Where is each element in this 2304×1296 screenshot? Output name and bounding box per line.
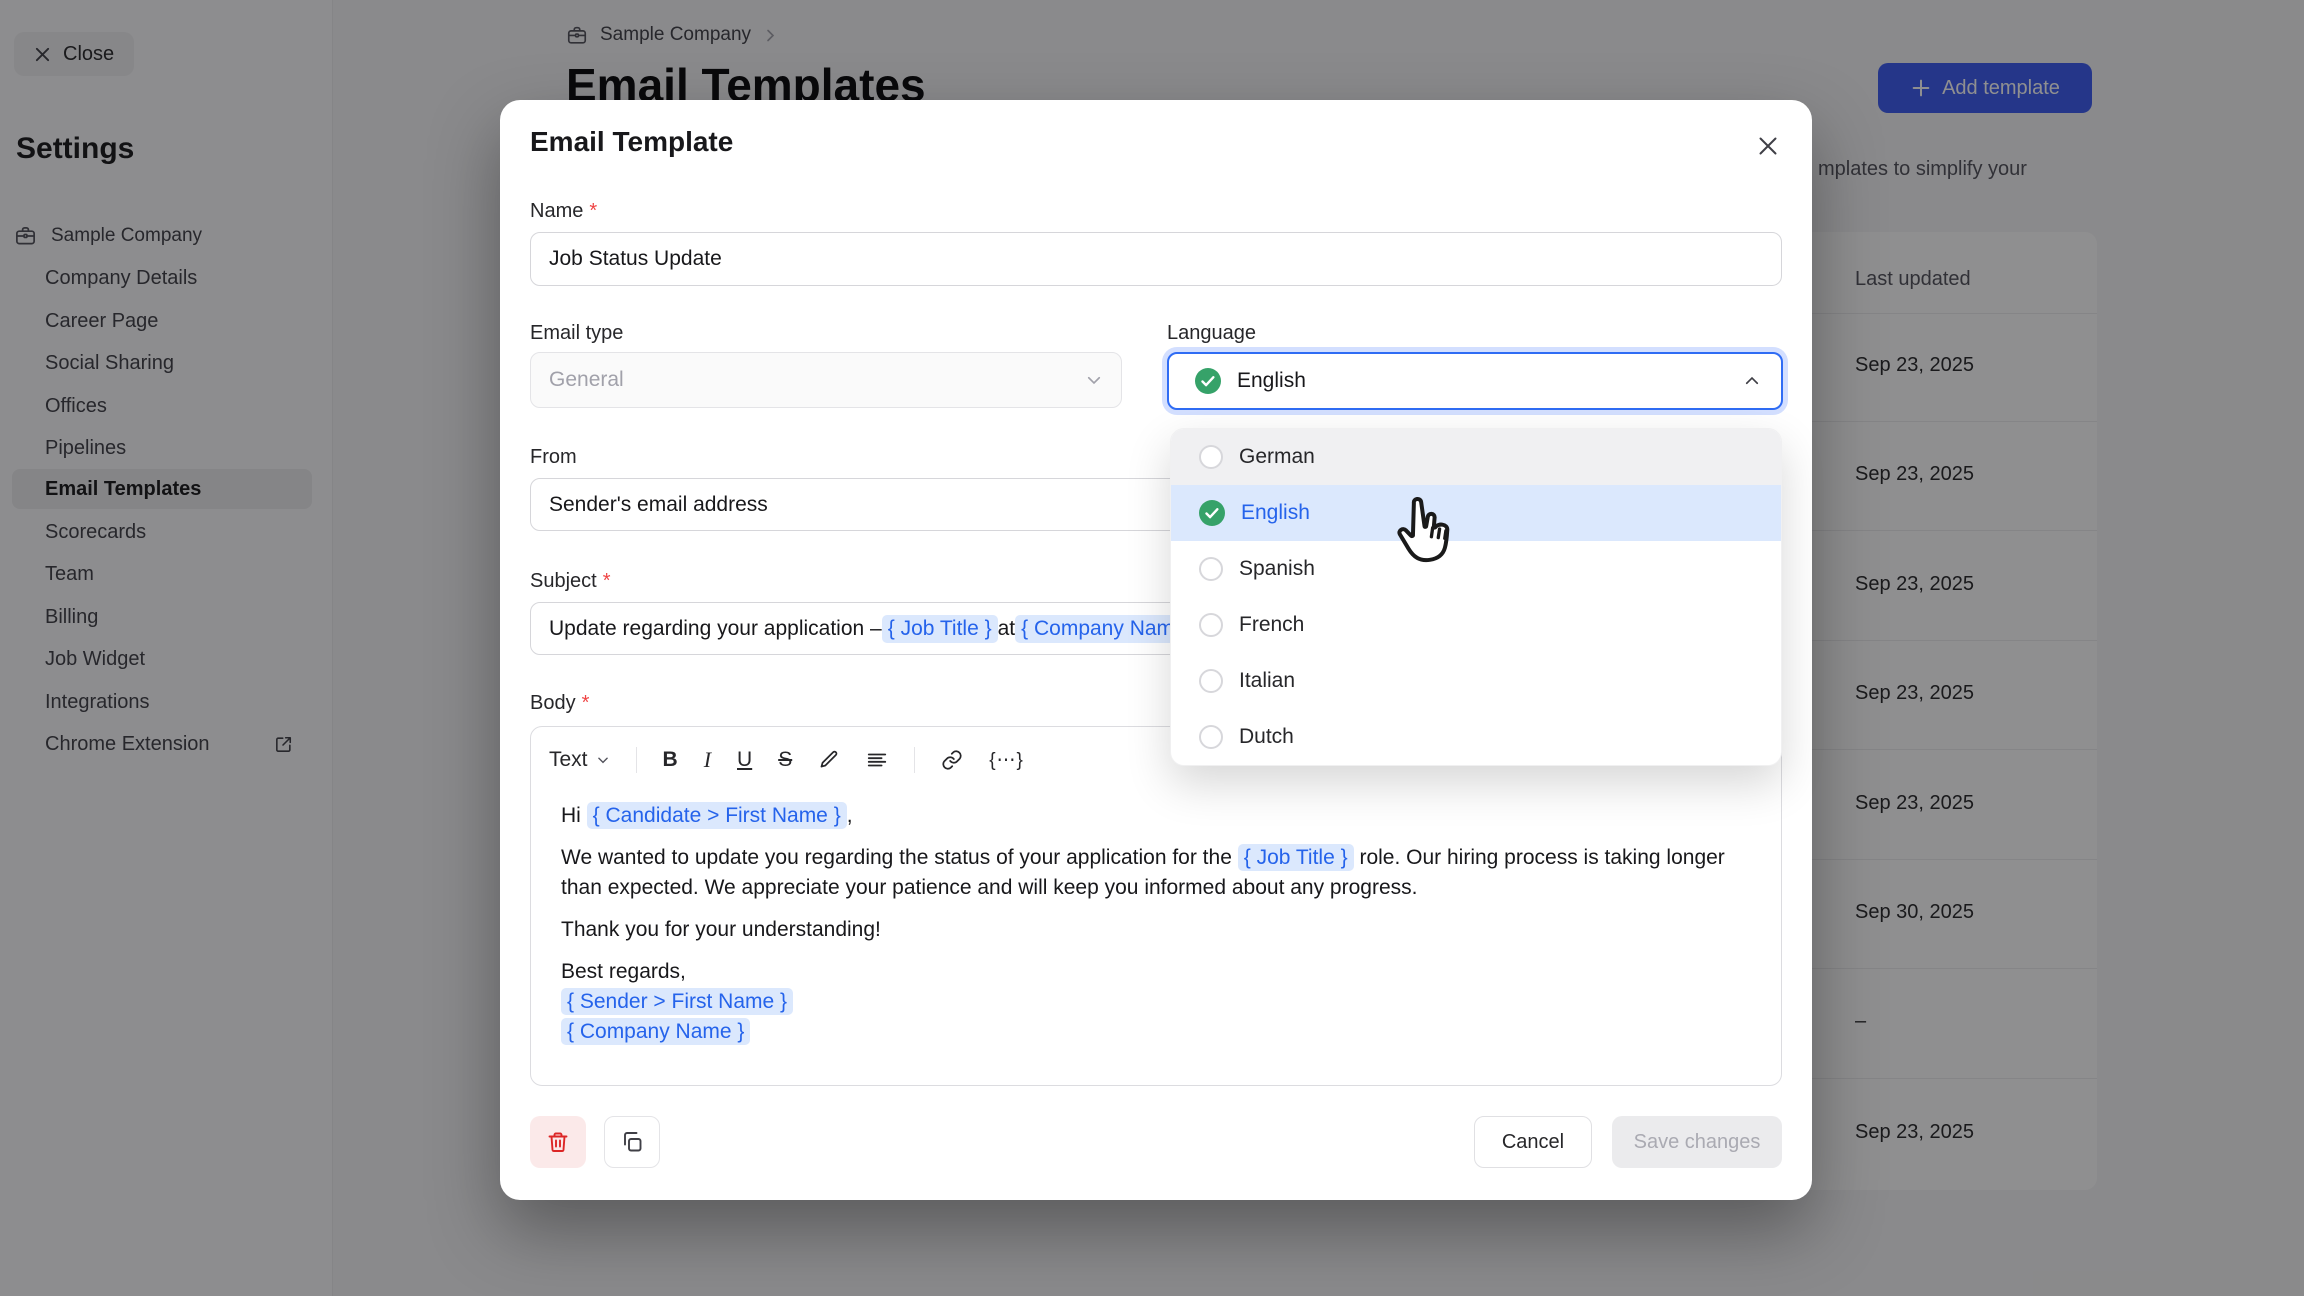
body-paragraph: Hi { Candidate > First Name },: [561, 801, 1726, 831]
highlighter-icon: [818, 749, 840, 771]
chevron-up-icon: [1743, 372, 1761, 390]
language-select[interactable]: English: [1167, 352, 1783, 410]
body-label: Body*: [530, 692, 589, 715]
body-paragraph: { Company Name }: [561, 1017, 1726, 1047]
body-editor: Text B I U S {⋯}: [530, 726, 1782, 1086]
link-icon: [941, 749, 963, 771]
text-style-dropdown[interactable]: Text: [549, 748, 610, 772]
chevron-down-icon: [1085, 371, 1103, 389]
variable-token[interactable]: { Candidate > First Name }: [587, 802, 847, 829]
copy-icon: [620, 1130, 644, 1154]
subject-label: Subject*: [530, 570, 611, 593]
cancel-button[interactable]: Cancel: [1474, 1116, 1592, 1168]
modal-title: Email Template: [530, 126, 733, 158]
name-label: Name*: [530, 200, 597, 223]
variable-token[interactable]: { Job Title }: [1238, 844, 1354, 871]
duplicate-template-button[interactable]: [604, 1116, 660, 1168]
body-paragraph: We wanted to update you regarding the st…: [561, 843, 1726, 903]
radio-icon: [1199, 725, 1223, 749]
variable-token[interactable]: { Job Title }: [882, 615, 998, 643]
align-button[interactable]: [866, 749, 888, 771]
save-changes-button[interactable]: Save changes: [1612, 1116, 1782, 1168]
check-circle-icon: [1195, 368, 1221, 394]
email-type-select[interactable]: General: [530, 352, 1122, 408]
editor-toolbar: Text B I U S {⋯}: [549, 737, 1024, 783]
radio-icon: [1199, 445, 1223, 469]
align-left-icon: [866, 749, 888, 771]
radio-icon: [1199, 557, 1223, 581]
variable-token[interactable]: { Company Name }: [561, 1018, 750, 1045]
underline-button[interactable]: U: [737, 748, 752, 772]
from-label: From: [530, 446, 577, 469]
bold-button[interactable]: B: [663, 748, 678, 772]
language-option-italian[interactable]: Italian: [1171, 653, 1781, 709]
trash-icon: [546, 1130, 570, 1154]
language-label: Language: [1167, 322, 1256, 345]
body-paragraph: { Sender > First Name }: [561, 987, 1726, 1017]
radio-icon: [1199, 669, 1223, 693]
link-button[interactable]: [941, 749, 963, 771]
variable-token[interactable]: { Sender > First Name }: [561, 988, 793, 1015]
email-type-label: Email type: [530, 322, 623, 345]
body-paragraph: Thank you for your understanding!: [561, 915, 1726, 945]
italic-button[interactable]: I: [704, 747, 711, 773]
language-option-dutch[interactable]: Dutch: [1171, 709, 1781, 765]
divider: [914, 747, 915, 773]
modal-close-button[interactable]: [1750, 128, 1786, 164]
body-paragraph: Best regards,: [561, 957, 1726, 987]
strikethrough-button[interactable]: S: [778, 748, 792, 772]
divider: [636, 747, 637, 773]
name-input[interactable]: [530, 232, 1782, 286]
language-dropdown: German English Spanish French Italian Du…: [1170, 428, 1782, 766]
language-value: English: [1237, 369, 1743, 393]
language-option-french[interactable]: French: [1171, 597, 1781, 653]
language-option-german[interactable]: German: [1171, 429, 1781, 485]
check-circle-icon: [1199, 500, 1225, 526]
variable-button[interactable]: {⋯}: [989, 749, 1024, 772]
language-option-spanish[interactable]: Spanish: [1171, 541, 1781, 597]
chevron-down-icon: [596, 753, 610, 767]
cursor-pointer-icon: [1381, 487, 1465, 577]
delete-template-button[interactable]: [530, 1116, 586, 1168]
app: Close Settings Sample Company Company De…: [0, 0, 2304, 1296]
body-content[interactable]: Hi { Candidate > First Name }, We wanted…: [561, 801, 1726, 1047]
close-icon: [1756, 134, 1780, 158]
radio-icon: [1199, 613, 1223, 637]
language-option-english[interactable]: English: [1171, 485, 1781, 541]
highlight-button[interactable]: [818, 749, 840, 771]
